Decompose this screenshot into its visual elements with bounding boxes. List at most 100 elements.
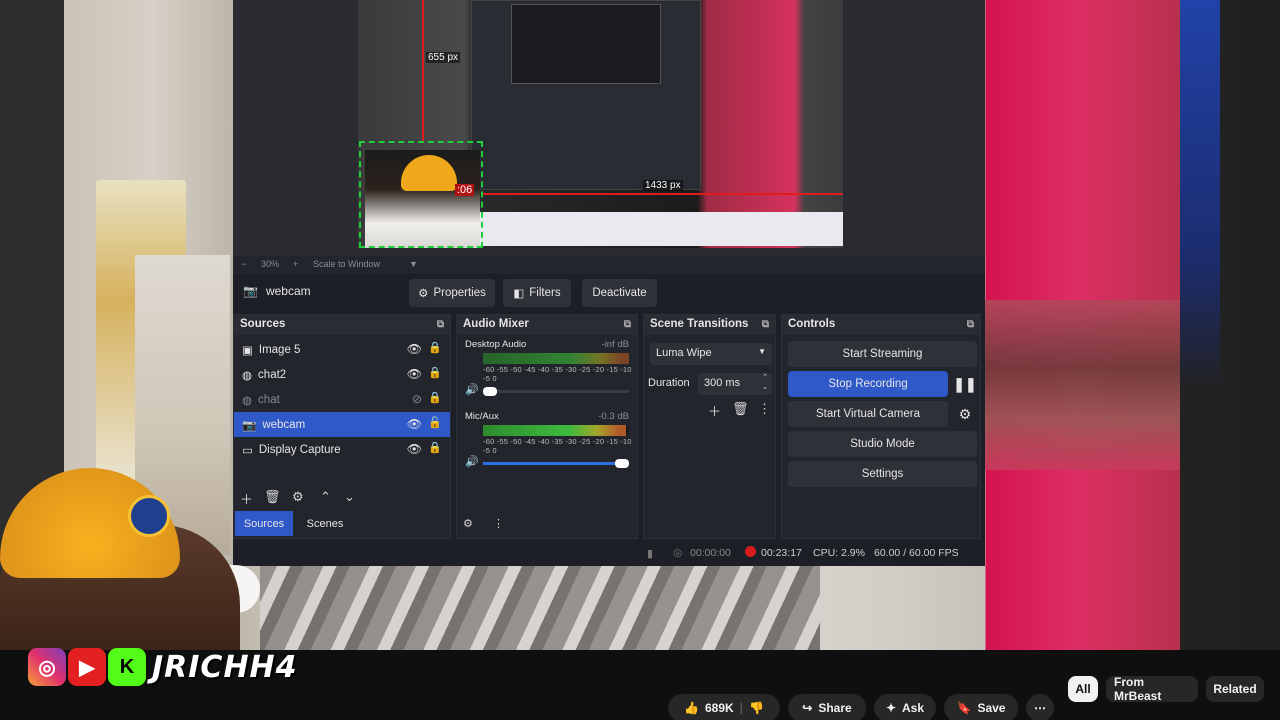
popout-icon[interactable]: ⧉ xyxy=(967,319,974,330)
scene-transitions-dock: Scene Transitions ⧉ Luma Wipe ▼ Duration… xyxy=(643,314,776,539)
speaker-icon[interactable]: 🔊 xyxy=(465,383,479,396)
zoom-mode[interactable]: Scale to Window xyxy=(313,259,380,269)
ask-button[interactable]: ✦ Ask xyxy=(874,694,936,720)
mixer-menu-icon[interactable]: ⋮ xyxy=(493,517,504,530)
lock-icon[interactable]: 🔒 xyxy=(428,391,442,404)
like-count: 689K xyxy=(704,701,734,715)
start-streaming-label: Start Streaming xyxy=(842,348,923,360)
guide-line-vertical xyxy=(422,0,424,141)
trash-icon[interactable]: 🗑 xyxy=(264,489,281,505)
tab-scenes[interactable]: Scenes xyxy=(295,511,355,536)
volume-knob[interactable] xyxy=(483,387,497,396)
eye-icon[interactable]: 👁 xyxy=(407,367,422,381)
sources-dock: Sources ⧉ ▣ Image 5 👁 🔒 ◍ chat2 👁 🔒 ◍ ch… xyxy=(233,314,451,539)
transition-value: Luma Wipe xyxy=(656,347,712,359)
source-item-webcam[interactable]: 📷 webcam 👁 🔓 xyxy=(234,412,450,437)
transition-menu-icon[interactable]: ⋮ xyxy=(758,401,771,417)
trash-icon[interactable]: 🗑 xyxy=(732,401,749,417)
lock-icon[interactable]: 🔒 xyxy=(428,366,442,379)
eye-hidden-icon[interactable]: ⊘ xyxy=(412,392,422,406)
start-virtual-camera-button[interactable]: Start Virtual Camera xyxy=(788,401,948,427)
stop-recording-button[interactable]: Stop Recording xyxy=(788,371,948,397)
settings-label: Settings xyxy=(861,468,904,480)
stepper-icon[interactable]: ⌃ ⌄ xyxy=(762,373,768,393)
kick-letter: K xyxy=(119,655,135,678)
duration-label: Duration xyxy=(648,377,690,389)
divider: | xyxy=(739,701,744,715)
selected-source: 📷 webcam xyxy=(243,284,311,298)
channel-mic-aux: Mic/Aux -0.3 dB -60 -55 -50 -45 -40 -35 … xyxy=(457,407,637,471)
scene-transitions-title: Scene Transitions xyxy=(650,318,749,330)
popout-icon[interactable]: ⧉ xyxy=(437,319,444,330)
popout-icon[interactable]: ⧉ xyxy=(762,319,769,330)
browser-icon: ◍ xyxy=(242,394,253,407)
deactivate-button[interactable]: Deactivate xyxy=(582,279,657,307)
more-actions-icon[interactable]: ⋯ xyxy=(1026,694,1054,720)
meter-scale: -60 -55 -50 -45 -40 -35 -30 -25 -20 -15 … xyxy=(483,437,632,455)
gear-icon: ⚙ xyxy=(418,288,429,300)
filter-icon: ◧ xyxy=(513,288,525,300)
gear-icon[interactable]: ⚙ xyxy=(292,489,304,505)
zoom-in-icon[interactable]: + xyxy=(293,259,298,269)
share-button[interactable]: ↪ Share xyxy=(788,694,866,720)
preview-taskbar xyxy=(473,212,843,246)
share-icon: ↪ xyxy=(802,701,813,715)
chip-from-mrbeast[interactable]: From MrBeast xyxy=(1106,675,1198,703)
settings-button[interactable]: Settings xyxy=(788,461,977,487)
thumbs-down-icon[interactable]: 👎 xyxy=(749,701,764,715)
source-item-chat[interactable]: ◍ chat ⊘ 🔒 xyxy=(234,387,450,412)
overlay-tag: :06 xyxy=(455,184,475,196)
add-transition-icon[interactable]: ＋ xyxy=(708,401,721,420)
record-time: 00:23:17 xyxy=(761,547,802,559)
gear-icon[interactable]: ⚙ xyxy=(952,401,978,427)
speaker-icon[interactable]: 🔊 xyxy=(465,455,479,468)
chip-label: Related xyxy=(1213,682,1257,696)
filters-button[interactable]: ◧ Filters xyxy=(503,279,571,307)
eye-icon[interactable]: 👁 xyxy=(407,417,422,431)
advanced-audio-icon[interactable]: ⚙ xyxy=(463,517,473,530)
chip-related[interactable]: Related xyxy=(1206,676,1264,702)
eye-icon[interactable]: 👁 xyxy=(407,442,422,456)
stop-recording-label: Stop Recording xyxy=(828,378,908,390)
start-streaming-button[interactable]: Start Streaming xyxy=(788,341,977,367)
properties-button[interactable]: ⚙ Properties xyxy=(409,279,495,307)
streamer-handle: JRICHH4 xyxy=(152,649,298,685)
source-label: chat xyxy=(258,393,280,406)
save-button[interactable]: 🔖 Save xyxy=(944,694,1018,720)
level-meter xyxy=(483,353,629,364)
duration-input[interactable]: 300 ms ⌃ ⌄ xyxy=(698,373,772,395)
nested-capture-inner xyxy=(511,4,661,84)
like-dislike-group: 👍 689K | 👎 xyxy=(668,694,780,720)
zoom-out-icon[interactable]: − xyxy=(241,259,246,269)
level-meter-fill xyxy=(483,353,629,364)
studio-mode-button[interactable]: Studio Mode xyxy=(788,431,977,457)
transition-select[interactable]: Luma Wipe ▼ xyxy=(650,343,772,365)
pause-icon[interactable]: ❚❚ xyxy=(952,371,978,397)
lock-icon[interactable]: 🔒 xyxy=(428,341,442,354)
volume-slider[interactable] xyxy=(483,387,629,396)
like-button[interactable]: 👍 689K xyxy=(684,701,734,715)
obs-preview[interactable]: 655 px 1433 px :06 xyxy=(233,0,985,256)
volume-slider[interactable] xyxy=(483,459,629,468)
scene-transitions-header: Scene Transitions ⧉ xyxy=(644,315,775,335)
channel-label: Desktop Audio -inf dB xyxy=(457,335,637,350)
zoom-dropdown-icon[interactable]: ▼ xyxy=(409,259,418,269)
source-item-chat2[interactable]: ◍ chat2 👁 🔒 xyxy=(234,362,450,387)
eye-icon[interactable]: 👁 xyxy=(407,342,422,356)
source-item-display-capture[interactable]: ▭ Display Capture 👁 🔒 xyxy=(234,437,450,462)
fps: 60.00 / 60.00 FPS xyxy=(874,547,959,559)
background-cloth xyxy=(260,560,820,650)
lock-icon[interactable]: 🔒 xyxy=(428,441,442,454)
start-virtual-camera-label: Start Virtual Camera xyxy=(816,408,920,420)
volume-knob[interactable] xyxy=(615,459,629,468)
source-item-image5[interactable]: ▣ Image 5 👁 🔒 xyxy=(234,337,450,362)
level-meter-fill xyxy=(483,425,627,436)
move-up-icon[interactable]: ⌃ xyxy=(320,489,331,505)
tab-scenes-label: Scenes xyxy=(306,517,344,530)
volume-fill xyxy=(483,462,624,465)
move-down-icon[interactable]: ⌄ xyxy=(344,489,355,505)
image-icon: ▣ xyxy=(242,344,253,357)
chip-all[interactable]: All xyxy=(1068,676,1098,702)
lock-icon[interactable]: 🔓 xyxy=(428,416,442,429)
popout-icon[interactable]: ⧉ xyxy=(624,319,631,330)
